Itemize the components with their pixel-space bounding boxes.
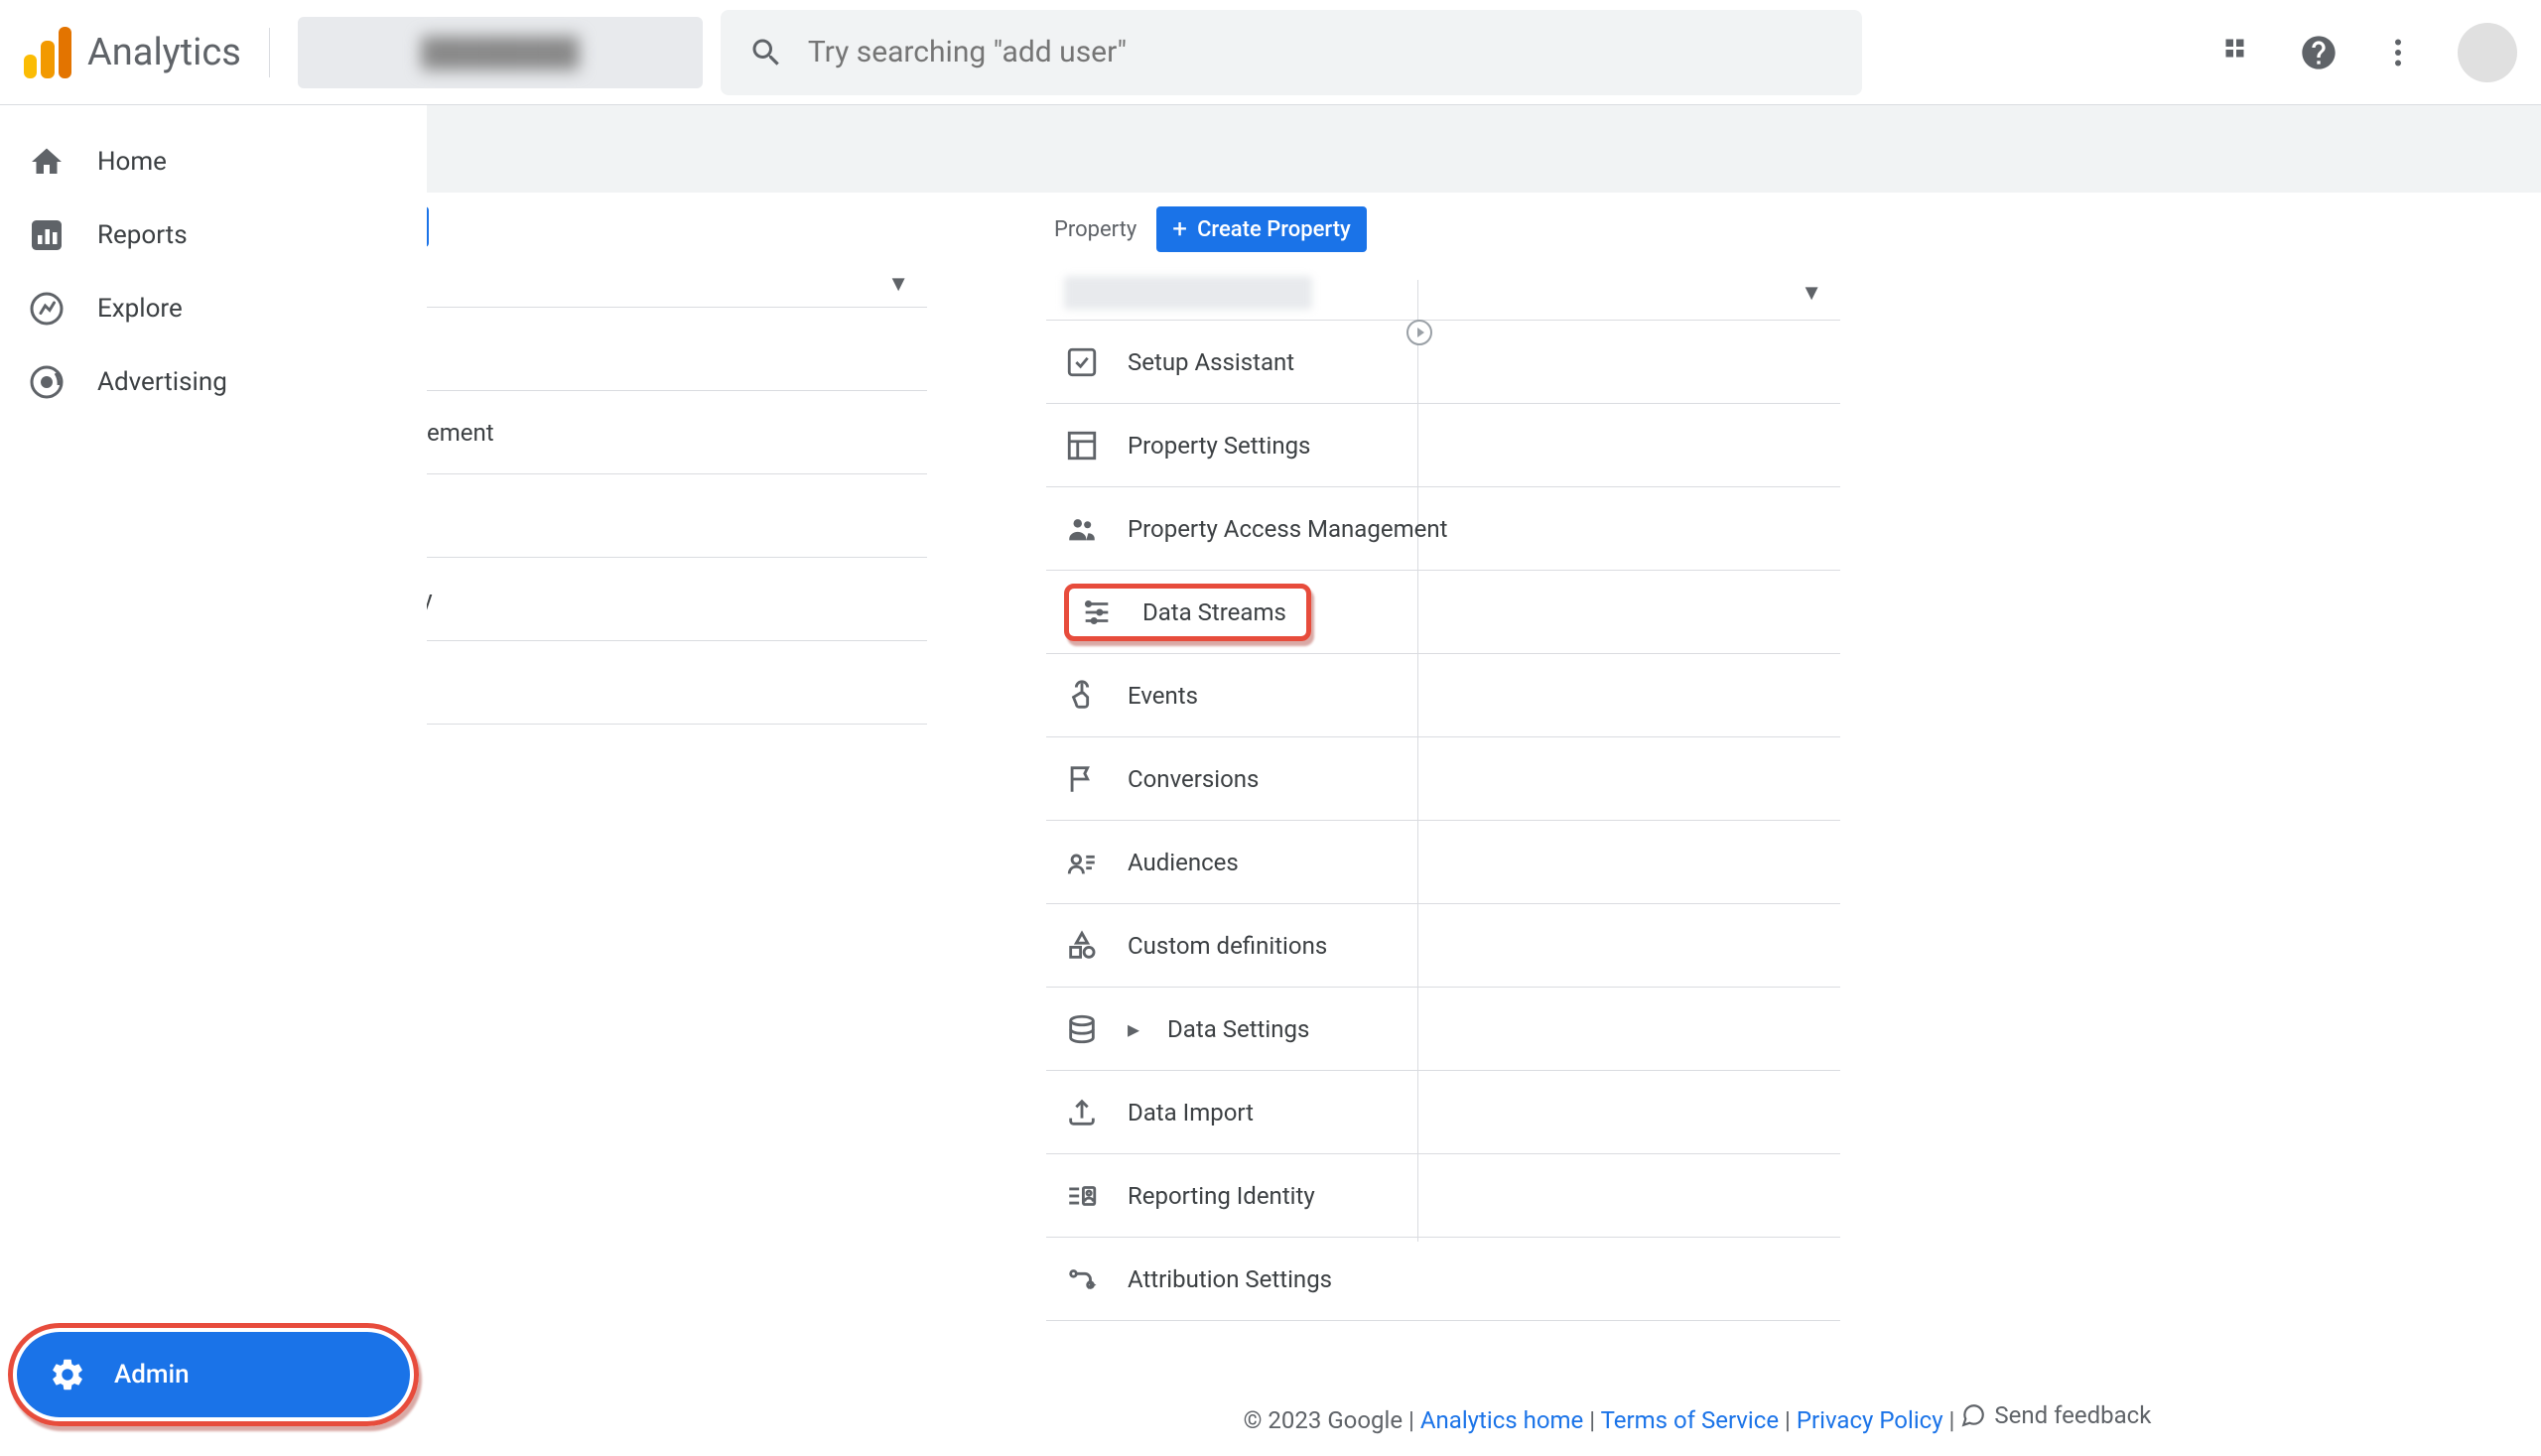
audience-icon [1064,845,1100,880]
apps-icon[interactable] [2219,33,2259,72]
property-dropdown[interactable]: ▼ [1046,266,1840,321]
nav-home[interactable]: Home [0,125,407,199]
create-property-label: Create Property [1197,217,1351,242]
gear-icon [49,1356,86,1393]
database-icon [1064,1011,1100,1047]
feedback-icon [1960,1402,1986,1428]
footer-link-analytics-home[interactable]: Analytics home [1420,1406,1583,1434]
check-square-icon [1064,344,1100,380]
admin-highlight-annotation: Admin [8,1323,419,1426]
row-label: Data Streams [1142,598,1286,626]
row-label: Conversions [1128,765,1259,793]
streams-icon [1079,595,1115,630]
footer-link-privacy[interactable]: Privacy Policy [1797,1406,1943,1434]
row-label: Events [1128,682,1198,710]
footer-link-tos[interactable]: Terms of Service [1601,1406,1779,1434]
row-label: Reporting Identity [1128,1182,1315,1210]
send-feedback-button[interactable]: Send feedback [1960,1401,2151,1429]
main-content: reate Account king With GA4 ▼ Settings A… [427,105,2541,1456]
feedback-label: Send feedback [1994,1401,2151,1429]
property-column: Property + Create Property ▼ Setup Assis… [1046,193,1840,1321]
advertising-icon [28,363,66,401]
touch-icon [1064,678,1100,714]
property-column-label: Property [1054,217,1137,242]
nav-label: Home [97,147,167,177]
header-actions [2219,23,2517,82]
search-box[interactable] [721,10,1862,95]
plus-icon: + [1172,214,1187,244]
account-name-blurred: ████████ [421,36,579,68]
row-label: Data Settings [1167,1015,1309,1043]
identity-icon [1064,1178,1100,1214]
nav-reports[interactable]: Reports [0,199,407,272]
account-selector[interactable]: ████████ [298,17,703,88]
reporting-identity-row[interactable]: Reporting Identity [1046,1154,1840,1238]
nav-explore[interactable]: Explore [0,272,407,345]
analytics-logo-icon [24,27,71,78]
chevron-down-icon: ▼ [1801,280,1822,306]
setup-assistant-row[interactable]: Setup Assistant [1046,321,1840,404]
help-icon[interactable] [2299,33,2339,72]
shapes-icon [1064,928,1100,964]
footer: © 2023 Google | Analytics home | Terms o… [854,1382,2541,1454]
data-streams-row[interactable]: Data Streams [1046,571,1840,654]
attribution-icon [1064,1261,1100,1297]
explore-icon [28,290,66,328]
people-icon [1064,511,1100,547]
upload-icon [1064,1095,1100,1130]
data-import-row[interactable]: Data Import [1046,1071,1840,1154]
home-icon [28,143,66,181]
logo-block: Analytics [24,27,241,78]
row-label: Attribution Settings [1128,1265,1332,1293]
data-settings-row[interactable]: ▸ Data Settings [1046,988,1840,1071]
property-settings-row[interactable]: Property Settings [1046,404,1840,487]
property-name-blurred [1064,276,1312,310]
row-label: Data Import [1128,1099,1254,1126]
search-input[interactable] [808,35,1834,69]
attribution-settings-row[interactable]: Attribution Settings [1046,1238,1840,1321]
chevron-down-icon: ▼ [887,271,909,297]
flag-icon [1064,761,1100,797]
more-vert-icon[interactable] [2378,33,2418,72]
divider [269,28,270,77]
expand-column-button[interactable] [1406,320,1432,345]
chevron-right-icon: ▸ [1128,1015,1139,1043]
search-icon [748,35,784,70]
nav-label: Reports [97,220,188,250]
top-header: Analytics ████████ [0,0,2541,105]
row-label: Setup Assistant [1128,348,1294,376]
footer-copyright: © 2023 Google [1244,1406,1403,1434]
row-label: Property Settings [1128,432,1310,460]
row-label: Audiences [1128,849,1239,876]
user-avatar[interactable] [2458,23,2517,82]
events-row[interactable]: Events [1046,654,1840,737]
layout-icon [1064,428,1100,463]
row-label: Custom definitions [1128,932,1327,960]
app-title: Analytics [87,31,241,74]
nav-admin[interactable]: Admin [17,1332,410,1417]
custom-definitions-row[interactable]: Custom definitions [1046,904,1840,988]
left-sidebar: Home Reports Explore Advertising Admin [0,105,427,1456]
data-streams-highlight-annotation: Data Streams [1064,584,1311,641]
bar-chart-icon [28,216,66,254]
admin-header-strip [427,105,2541,193]
admin-label: Admin [114,1360,190,1390]
nav-label: Advertising [97,367,227,397]
conversions-row[interactable]: Conversions [1046,737,1840,821]
nav-advertising[interactable]: Advertising [0,345,407,419]
property-access-row[interactable]: Property Access Management [1046,487,1840,571]
row-label: Property Access Management [1128,515,1447,543]
create-property-button[interactable]: + Create Property [1156,206,1367,252]
nav-label: Explore [97,294,183,324]
audiences-row[interactable]: Audiences [1046,821,1840,904]
